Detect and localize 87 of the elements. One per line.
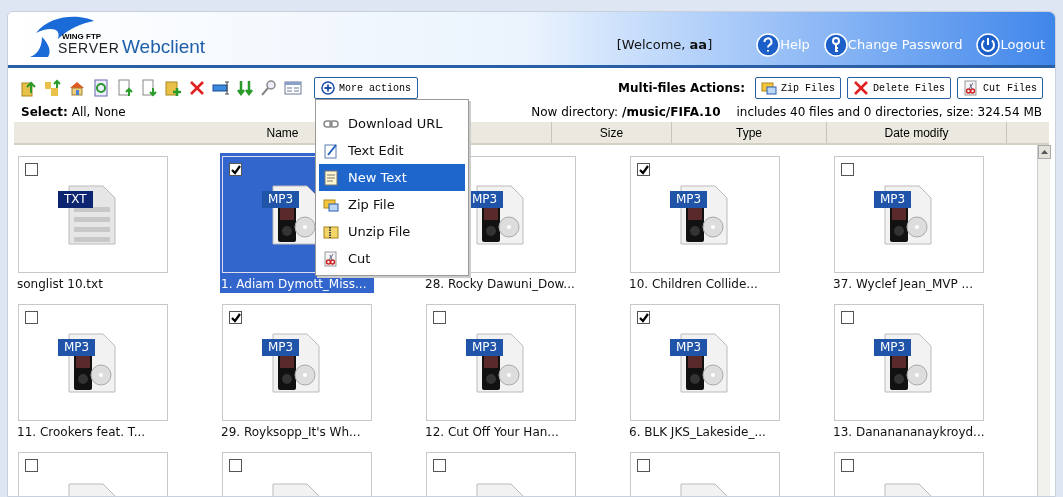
- file-name: 29. Royksopp_It's Wh...: [220, 424, 362, 441]
- multi-files-button[interactable]: Zip Files: [754, 77, 841, 99]
- folders-up-icon[interactable]: [44, 79, 62, 97]
- file-name: 13. Dananananaykroyd...: [832, 424, 986, 441]
- notepad-icon: [324, 169, 338, 186]
- file-name: 10. Children Collide...: [628, 276, 759, 293]
- file-type-label: TXT: [58, 190, 93, 208]
- file-name: 6. BLK JKS_Lakeside_...: [628, 424, 767, 441]
- file-type-label: MP3: [262, 190, 300, 208]
- plus-icon: [321, 81, 335, 95]
- check-icon: [638, 312, 649, 323]
- file-tile[interactable]: MP3 10. Children Collide...: [628, 153, 782, 293]
- file-name: 11. Crookers feat. T...: [16, 424, 147, 441]
- checkbox[interactable]: [637, 311, 650, 324]
- file-name: 28. Rocky Dawuni_Dow...: [424, 276, 576, 293]
- file-tile[interactable]: MP3 29. Royksopp_It's Wh...: [220, 301, 374, 441]
- checkbox[interactable]: [637, 163, 650, 176]
- scroll-up-icon[interactable]: [1038, 145, 1051, 159]
- new-folder-icon[interactable]: [164, 79, 182, 97]
- check-icon: [230, 312, 241, 323]
- welcome-text: [Welcome, aa]: [616, 36, 713, 55]
- home-icon[interactable]: [68, 79, 86, 97]
- folder-computer-icon: [760, 80, 777, 96]
- file-tile[interactable]: MP3 13. Dananananaykroyd...: [832, 301, 986, 441]
- file-name: songlist 10.txt: [16, 276, 104, 293]
- search-icon[interactable]: [260, 79, 278, 97]
- file-name: 37. Wyclef Jean_MVP ...: [832, 276, 974, 293]
- folder-computer-icon: [323, 196, 339, 213]
- notepad-pencil-icon: [323, 142, 339, 159]
- select-none-link[interactable]: None: [94, 103, 126, 121]
- rename-icon[interactable]: [212, 79, 230, 97]
- power-icon: [976, 33, 1001, 57]
- file-type-label: MP3: [874, 190, 912, 208]
- file-tile[interactable]: MP3 37. Wyclef Jean_MVP ...: [832, 153, 986, 293]
- directory-summary: includes 40 files and 0 directories, size: 324.54 MB: [736, 104, 1042, 121]
- file-name: 12. Cut Off Your Han...: [424, 424, 560, 441]
- directory-label: Now directory:: [531, 104, 619, 121]
- scissors-icon: [963, 80, 979, 96]
- multi-files-button[interactable]: Cut Files: [957, 77, 1043, 99]
- more-actions-button[interactable]: More actions: [314, 77, 418, 99]
- file-type-label: MP3: [58, 338, 96, 356]
- multi-files-button[interactable]: Delete Files: [846, 77, 951, 99]
- multi-files-label: Multi-files Actions:: [618, 80, 745, 97]
- select-all-link[interactable]: All: [71, 103, 87, 121]
- checkbox[interactable]: [841, 163, 854, 176]
- menu-item[interactable]: New Text: [319, 164, 465, 191]
- app-title: Webclient: [122, 34, 206, 59]
- checkbox[interactable]: [433, 311, 446, 324]
- checkbox[interactable]: [25, 311, 38, 324]
- list-view-icon[interactable]: [284, 79, 302, 97]
- file-tile[interactable]: MP3 6. BLK JKS_Lakeside_...: [628, 301, 782, 441]
- checkbox[interactable]: [229, 163, 242, 176]
- help-icon: [756, 33, 781, 57]
- file-type-label: MP3: [670, 190, 708, 208]
- column-header[interactable]: Type: [672, 122, 827, 143]
- checkbox[interactable]: [229, 311, 242, 324]
- upload-icon[interactable]: [116, 79, 134, 97]
- scissors-icon: [323, 250, 339, 267]
- folder-up-icon[interactable]: [20, 79, 38, 97]
- file-type-label: MP3: [874, 338, 912, 356]
- file-tile[interactable]: MP3 12. Cut Off Your Han...: [424, 301, 578, 441]
- delete-icon: [852, 80, 869, 96]
- check-icon: [230, 164, 241, 175]
- checkbox[interactable]: [25, 163, 38, 176]
- logo-text: SERVER: [58, 41, 120, 55]
- file-tile[interactable]: TXT songlist 10.txt: [16, 153, 170, 293]
- scrollbar[interactable]: [1037, 145, 1050, 496]
- chain-link-icon: [323, 118, 339, 129]
- column-header[interactable]: Size: [552, 122, 672, 143]
- file-type-label: MP3: [466, 338, 504, 356]
- key-icon: [823, 33, 848, 57]
- separator-text: ,: [86, 104, 91, 121]
- logo-text: WING FTP: [62, 33, 102, 41]
- file-type-label: MP3: [262, 338, 300, 356]
- zip-folder-icon: [323, 223, 339, 240]
- delete-icon[interactable]: [188, 79, 206, 97]
- file-tile[interactable]: MP3 11. Crookers feat. T...: [16, 301, 170, 441]
- checkbox[interactable]: [841, 311, 854, 324]
- directory-path: /music/FIFA.10: [622, 104, 721, 121]
- select-label: Select:: [21, 104, 68, 121]
- column-header[interactable]: Date modify: [827, 122, 1007, 143]
- sort-down-icon[interactable]: [236, 79, 254, 97]
- download-icon[interactable]: [140, 79, 158, 97]
- file-name: 1. Adiam Dymott_Miss...: [220, 275, 368, 293]
- check-icon: [638, 164, 649, 175]
- refresh-icon[interactable]: [92, 79, 110, 97]
- file-type-label: MP3: [670, 338, 708, 356]
